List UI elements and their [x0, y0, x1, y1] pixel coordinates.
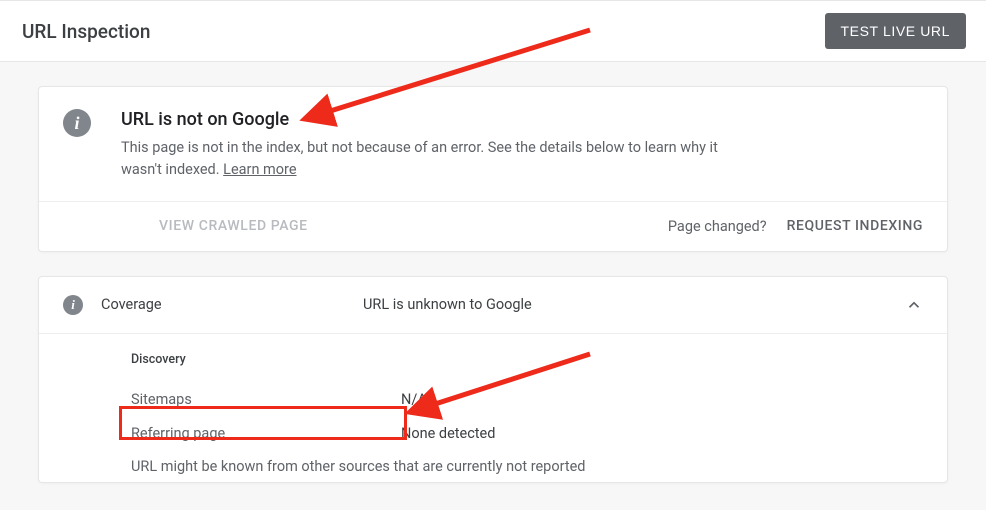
info-icon: i	[63, 295, 83, 315]
discovery-row-sitemaps: Sitemaps N/A	[131, 383, 923, 417]
coverage-status: URL is unknown to Google	[363, 296, 905, 313]
test-live-url-button[interactable]: TEST LIVE URL	[825, 13, 966, 49]
info-icon: i	[63, 109, 91, 137]
coverage-card: i Coverage URL is unknown to Google Disc…	[38, 276, 948, 483]
row-value: None detected	[401, 425, 495, 442]
view-crawled-page-button: VIEW CRAWLED PAGE	[159, 218, 308, 234]
page-title: URL Inspection	[22, 20, 150, 43]
status-card-footer: VIEW CRAWLED PAGE Page changed? REQUEST …	[39, 202, 947, 251]
status-title: URL is not on Google	[121, 109, 923, 130]
discovery-note: URL might be known from other sources th…	[131, 451, 923, 482]
discovery-row-referring: Referring page None detected	[131, 417, 923, 451]
content-area: i URL is not on Google This page is not …	[0, 62, 986, 483]
learn-more-link[interactable]: Learn more	[223, 161, 296, 178]
coverage-body: Discovery Sitemaps N/A Referring page No…	[39, 334, 947, 482]
page-header: URL Inspection TEST LIVE URL	[0, 0, 986, 62]
request-indexing-button[interactable]: REQUEST INDEXING	[787, 218, 923, 234]
status-footer-right: Page changed? REQUEST INDEXING	[668, 218, 923, 235]
row-value: N/A	[401, 391, 427, 408]
status-card: i URL is not on Google This page is not …	[38, 86, 948, 252]
status-text-col: URL is not on Google This page is not in…	[121, 109, 923, 181]
discovery-heading: Discovery	[131, 352, 923, 367]
row-key: Referring page	[131, 425, 401, 442]
row-key: Sitemaps	[131, 391, 401, 408]
coverage-label: Coverage	[101, 296, 363, 313]
coverage-header[interactable]: i Coverage URL is unknown to Google	[39, 277, 947, 334]
status-card-main: i URL is not on Google This page is not …	[39, 87, 947, 202]
chevron-up-icon	[905, 296, 923, 314]
status-description-text: This page is not in the index, but not b…	[121, 139, 718, 178]
page-changed-label: Page changed?	[668, 218, 767, 235]
status-description: This page is not in the index, but not b…	[121, 137, 741, 181]
